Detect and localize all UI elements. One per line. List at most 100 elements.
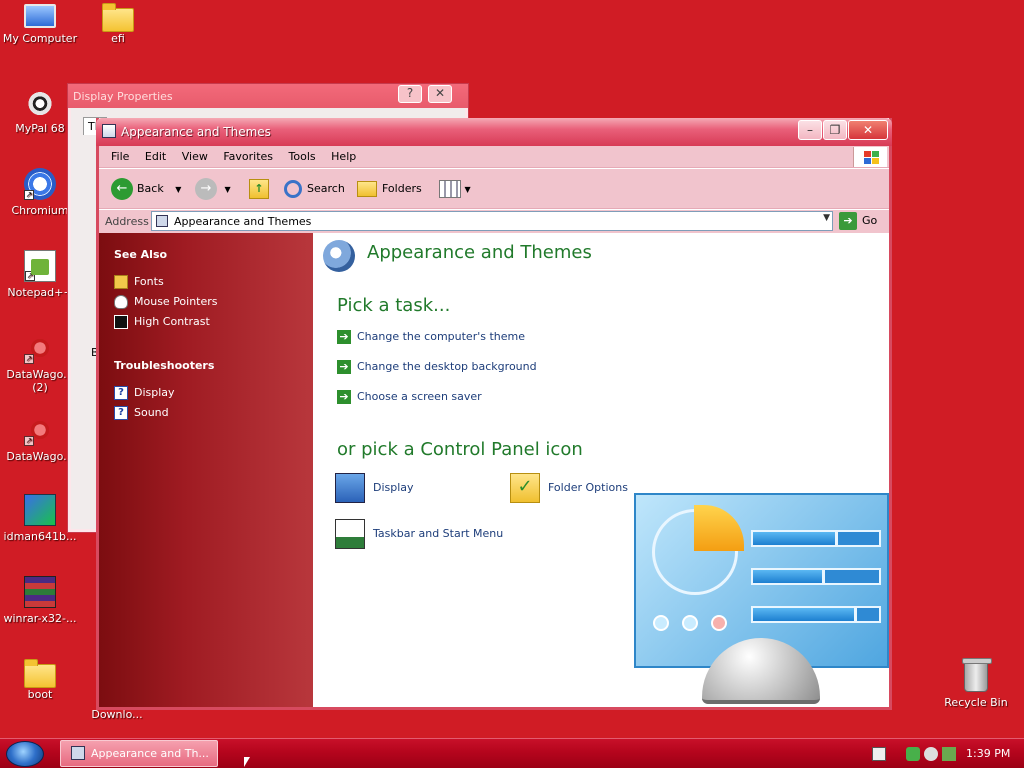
dot-graphic — [653, 615, 669, 631]
clock[interactable]: 1:39 PM — [966, 747, 1010, 760]
sidebar-item-high-contrast[interactable]: High Contrast — [114, 314, 210, 330]
bar-graphic — [751, 568, 881, 585]
display-icon — [335, 473, 365, 503]
sidebar-item-fonts[interactable]: Fonts — [114, 274, 164, 290]
desktop-icon-boot[interactable]: boot — [0, 659, 80, 701]
desktop-icon-my-computer[interactable]: My Computer — [0, 4, 80, 45]
network-icon[interactable] — [906, 747, 920, 761]
bar-graphic — [751, 606, 881, 623]
sidebar-item-label: Mouse Pointers — [134, 295, 218, 308]
desktop-icon-label: winrar-x32-... — [3, 612, 77, 625]
appearance-themes-icon — [323, 240, 355, 272]
sidebar-item-mouse-pointers[interactable]: Mouse Pointers — [114, 294, 218, 310]
views-button[interactable]: ▼ — [439, 177, 471, 201]
safely-remove-icon[interactable] — [942, 747, 956, 761]
chromium-icon: ↗ — [24, 168, 56, 200]
close-button[interactable]: ✕ — [848, 120, 888, 140]
task-change-background[interactable]: ➔ Change the desktop background — [337, 359, 537, 375]
folder-icon — [102, 3, 134, 32]
appearance-themes-window[interactable]: Appearance and Themes – ❐ ✕ File Edit Vi… — [96, 118, 892, 710]
shortcut-arrow-icon: ↗ — [24, 190, 34, 200]
mouse-cursor-icon — [244, 757, 250, 767]
folder-options-icon: ✓ — [510, 473, 540, 503]
chevron-down-icon[interactable]: ▼ — [465, 185, 471, 194]
desktop-icon-recycle-bin[interactable]: Recycle Bin — [936, 658, 1016, 709]
desktop-icon-efi[interactable]: efi — [78, 3, 158, 45]
task-label: Change the computer's theme — [357, 330, 525, 343]
pick-icon-heading: or pick a Control Panel icon — [337, 439, 583, 460]
search-icon — [284, 180, 302, 198]
cpl-folder-options[interactable]: ✓ Folder Options — [510, 473, 628, 503]
go-button[interactable]: ➔ Go — [839, 211, 877, 231]
folders-button[interactable]: Folders — [357, 177, 422, 201]
desktop-icon-label: efi — [111, 32, 125, 45]
sidebar-item-label: Sound — [134, 406, 169, 419]
cpl-display[interactable]: Display — [335, 473, 414, 503]
mypal-icon — [24, 86, 56, 118]
forward-button[interactable]: → ▼ — [195, 177, 231, 201]
back-button[interactable]: ← Back ▼ — [111, 177, 181, 201]
forward-arrow-icon: → — [195, 178, 217, 200]
task-screen-saver[interactable]: ➔ Choose a screen saver — [337, 389, 482, 405]
chevron-down-icon[interactable]: ▼ — [823, 213, 830, 223]
up-button[interactable]: ↑ — [249, 177, 269, 201]
help-button[interactable]: ? — [398, 85, 422, 103]
help-icon: ? — [114, 386, 128, 400]
task-change-theme[interactable]: ➔ Change the computer's theme — [337, 329, 525, 345]
menu-file[interactable]: File — [105, 146, 135, 163]
volume-icon[interactable] — [924, 747, 938, 761]
computer-icon — [24, 4, 56, 28]
control-panel-icon — [102, 124, 116, 138]
system-tray: 1:39 PM — [866, 741, 1024, 767]
back-arrow-icon: ← — [111, 178, 133, 200]
cpl-taskbar-start-menu[interactable]: Taskbar and Start Menu — [335, 519, 503, 549]
window-title: Appearance and Themes — [121, 125, 271, 139]
bar-graphic — [751, 530, 881, 547]
folders-icon — [357, 181, 377, 197]
window-titlebar[interactable]: Appearance and Themes – ❐ ✕ — [96, 118, 892, 146]
search-label: Search — [307, 182, 345, 195]
menu-help[interactable]: Help — [325, 146, 362, 163]
menu-edit[interactable]: Edit — [139, 146, 172, 163]
recycle-bin-icon — [962, 658, 992, 692]
folder-up-icon: ↑ — [249, 179, 269, 199]
menu-favorites[interactable]: Favorites — [217, 146, 279, 163]
taskbar: Appearance and Th... 1:39 PM — [0, 738, 1024, 768]
content-pane: Appearance and Themes Pick a task... ➔ Ch… — [313, 233, 889, 707]
chevron-down-icon[interactable]: ▼ — [175, 185, 181, 194]
menu-tools[interactable]: Tools — [283, 146, 322, 163]
content-header: Appearance and Themes — [367, 242, 592, 263]
taskbar-button-label: Appearance and Th... — [91, 747, 209, 760]
address-input[interactable]: Appearance and Themes ▼ — [151, 211, 833, 231]
close-button[interactable]: ✕ — [428, 85, 452, 103]
arrow-right-icon: ➔ — [337, 360, 351, 374]
taskbar-button-appearance[interactable]: Appearance and Th... — [60, 740, 218, 767]
folders-label: Folders — [382, 182, 422, 195]
sidebar-item-label: High Contrast — [134, 315, 210, 328]
taskbar-icon — [335, 519, 365, 549]
sidebar-item-sound[interactable]: ? Sound — [114, 405, 169, 421]
search-button[interactable]: Search — [284, 177, 345, 201]
sidebar-item-display[interactable]: ? Display — [114, 385, 175, 401]
start-button[interactable] — [6, 741, 44, 767]
winrar-icon — [24, 576, 56, 608]
dot-graphic — [682, 615, 698, 631]
back-label: Back — [137, 182, 164, 195]
chevron-down-icon[interactable]: ▼ — [225, 185, 231, 194]
minimize-button[interactable]: – — [798, 120, 822, 140]
help-icon: ? — [114, 406, 128, 420]
cpl-label: Folder Options — [548, 481, 628, 494]
menu-view[interactable]: View — [176, 146, 214, 163]
sidebar: See Also Fonts Mouse Pointers High Contr… — [99, 233, 313, 707]
views-icon — [439, 180, 461, 198]
keyboard-icon[interactable] — [872, 747, 886, 761]
toolbar: ← Back ▼ → ▼ ↑ Search Folders ▼ — [99, 169, 889, 209]
maximize-button[interactable]: ❐ — [823, 120, 847, 140]
go-arrow-icon: ➔ — [839, 212, 857, 230]
control-panel-icon — [71, 746, 85, 760]
sidebar-item-label: Fonts — [134, 275, 164, 288]
arrow-right-icon: ➔ — [337, 390, 351, 404]
desktop-icon-winrar[interactable]: winrar-x32-... — [0, 576, 80, 625]
address-value: Appearance and Themes — [174, 215, 312, 228]
idm-icon — [24, 494, 56, 526]
